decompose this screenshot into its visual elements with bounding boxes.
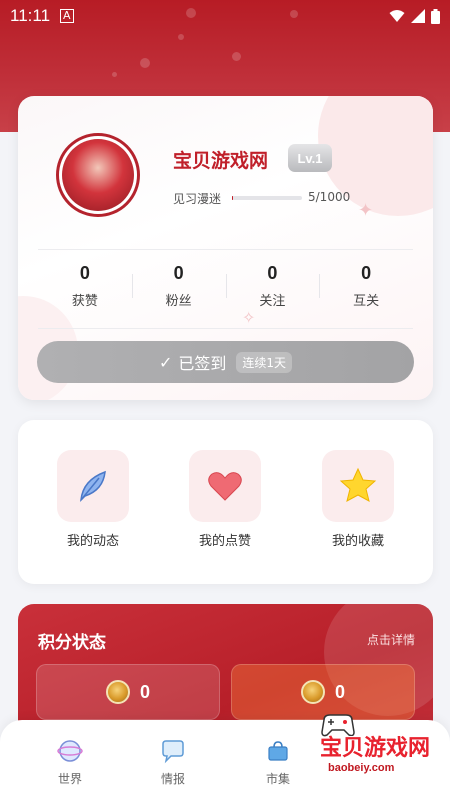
- points-detail-link[interactable]: 点击详情: [367, 631, 415, 648]
- points-title: 积分状态: [38, 633, 106, 653]
- status-icons: [389, 8, 440, 24]
- watermark: 宝贝游戏网 baobeiy.com: [300, 710, 450, 780]
- divider: [38, 328, 413, 329]
- my-likes-button[interactable]: 我的点赞: [175, 450, 275, 549]
- check-icon: ✓: [158, 352, 173, 372]
- coin-icon: [300, 680, 325, 704]
- nav-label: 情报: [160, 772, 185, 786]
- stat-label: 粉丝: [165, 294, 192, 309]
- stat-value: 0: [79, 263, 90, 283]
- shop-icon: [268, 741, 288, 761]
- battery-icon: [431, 8, 440, 24]
- stats-row: 0 获赞 0 粉丝 0 关注 0 互关: [38, 256, 413, 316]
- avatar-image: [62, 139, 134, 211]
- level-progress-fill: [232, 196, 234, 200]
- nav-label: 市集: [265, 772, 290, 786]
- nav-item-world[interactable]: 世界: [40, 738, 100, 787]
- wifi-icon: [389, 10, 405, 22]
- avatar[interactable]: [56, 133, 140, 217]
- stat-mutual[interactable]: 0 互关: [319, 256, 413, 316]
- checkin-button[interactable]: ✓ 已签到 连续1天: [37, 341, 414, 383]
- action-tile: [189, 450, 261, 522]
- stat-likes[interactable]: 0 获赞: [38, 256, 132, 316]
- decor-dot: [140, 58, 150, 68]
- points-value: 0: [334, 681, 345, 702]
- streak-badge: 连续1天: [236, 351, 293, 373]
- chat-icon: [162, 740, 184, 764]
- status-time: 11:11: [10, 6, 51, 25]
- heart-icon: [208, 472, 242, 501]
- level-badge[interactable]: Lv.1: [288, 144, 332, 172]
- checkin-label: 已签到: [178, 354, 227, 373]
- stat-label: 关注: [259, 294, 286, 309]
- feather-icon: [80, 470, 106, 503]
- coin-icon: [105, 680, 130, 704]
- decor-dot: [232, 52, 241, 61]
- sparkle-icon: ✧: [242, 308, 256, 327]
- stat-value: 0: [173, 263, 184, 283]
- status-bar: 11:11 A: [0, 0, 450, 32]
- points-box[interactable]: 0: [36, 664, 220, 720]
- action-label: 我的动态: [66, 534, 119, 549]
- signal-icon: [411, 9, 425, 23]
- stat-following[interactable]: 0 关注: [225, 256, 320, 316]
- sparkle-icon: ✦: [358, 200, 374, 221]
- level-progress-text: 5/1000: [308, 190, 351, 204]
- divider: [38, 249, 413, 250]
- action-label: 我的收藏: [331, 534, 384, 549]
- decor-dot: [178, 34, 184, 40]
- stat-value: 0: [361, 263, 372, 283]
- quick-actions-card: 我的动态 我的点赞 我的收藏: [18, 420, 433, 584]
- stat-label: 获赞: [71, 294, 98, 309]
- notification-icon: A: [60, 9, 74, 23]
- action-label: 我的点赞: [198, 534, 251, 549]
- my-posts-button[interactable]: 我的动态: [43, 450, 143, 549]
- level-progress-bar: [232, 196, 302, 200]
- points-value: 0: [139, 681, 150, 702]
- username: 宝贝游戏网: [173, 150, 269, 172]
- my-favorites-button[interactable]: 我的收藏: [308, 450, 408, 549]
- nav-label: 世界: [57, 772, 82, 786]
- stat-value: 0: [267, 263, 278, 283]
- watermark-url: baobeiy.com: [326, 762, 397, 774]
- star-icon: [339, 467, 377, 502]
- decor-dot: [112, 72, 117, 77]
- stat-fans[interactable]: 0 粉丝: [131, 256, 226, 316]
- stat-label: 互关: [353, 294, 380, 309]
- world-icon: [57, 740, 83, 762]
- action-tile: [57, 450, 129, 522]
- action-tile: [322, 450, 394, 522]
- rank-label: 见习漫迷: [173, 192, 222, 206]
- profile-card: 宝贝游戏网 Lv.1 见习漫迷 5/1000 ✦ 0 获赞 0 粉丝 0 关注 …: [18, 96, 433, 400]
- nav-item-market[interactable]: 市集: [248, 738, 308, 787]
- nav-item-news[interactable]: 情报: [143, 738, 203, 787]
- watermark-text: 宝贝游戏网: [320, 736, 431, 761]
